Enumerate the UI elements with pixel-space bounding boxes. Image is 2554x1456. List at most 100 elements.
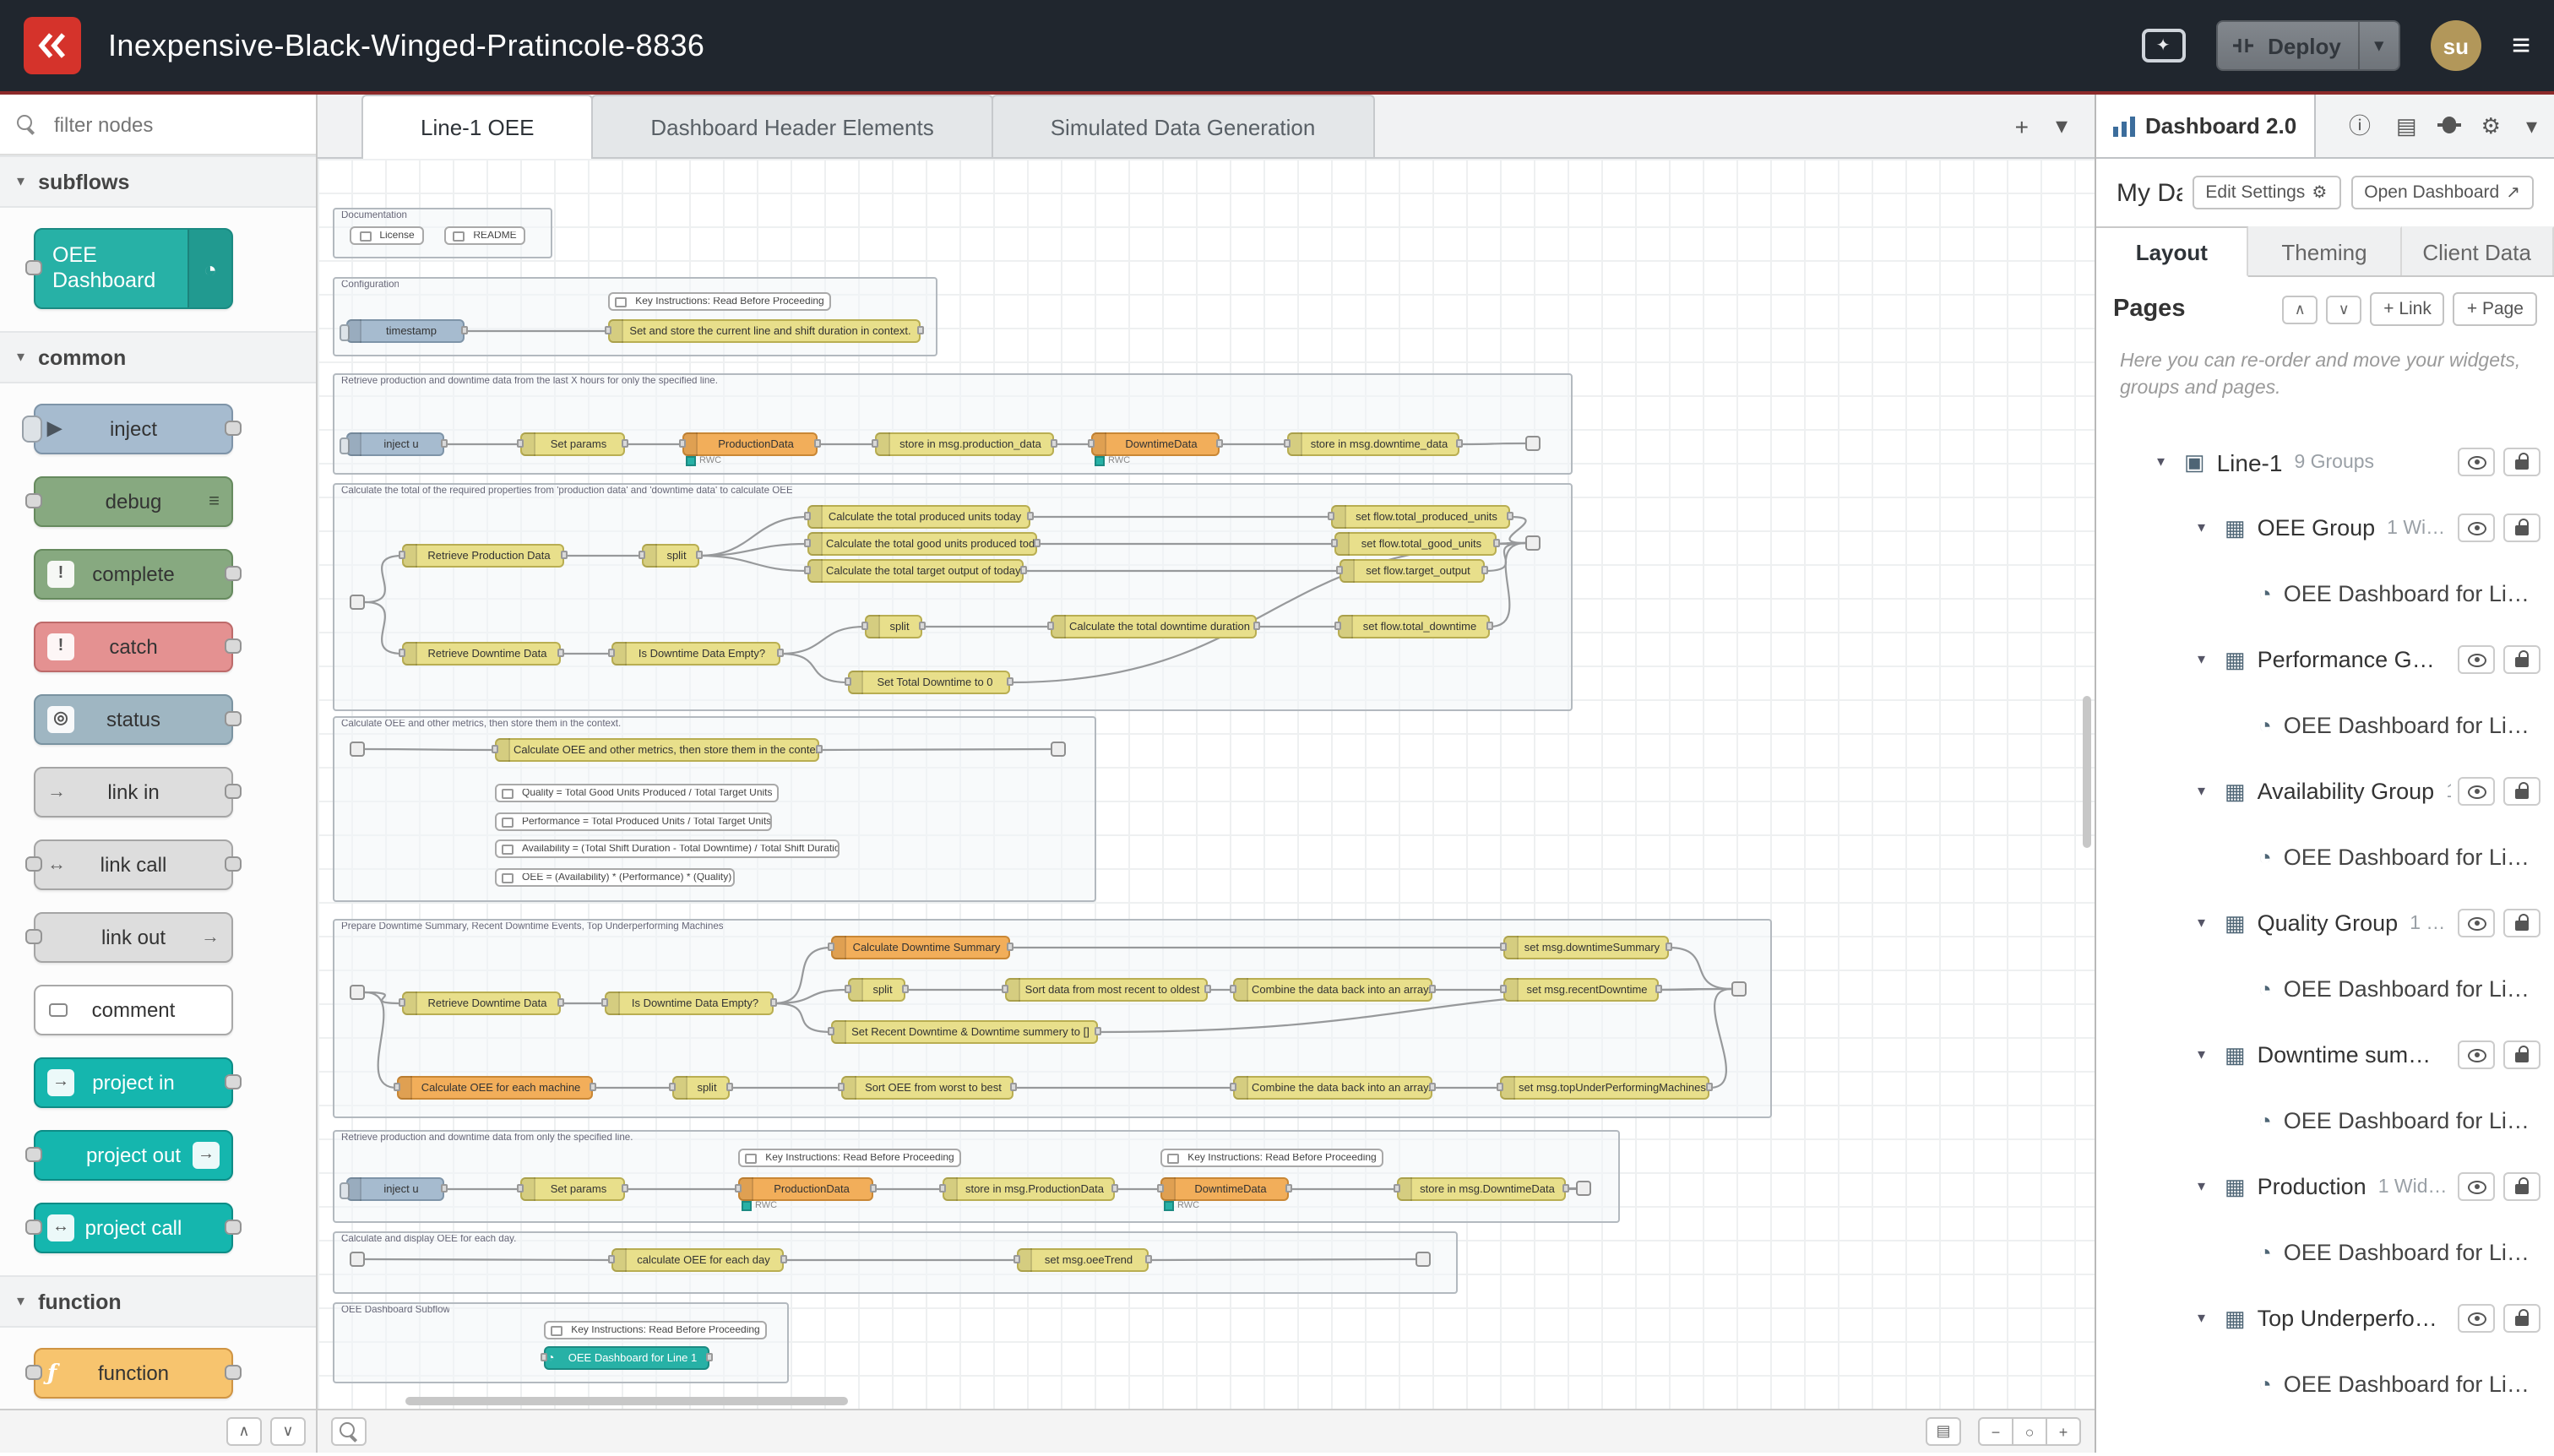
link-in-node-g4-li[interactable] (350, 595, 365, 610)
debug-icon[interactable] (2443, 115, 2456, 137)
chevron-down-icon[interactable]: ▾ (2198, 1177, 2225, 1196)
flow-node-g4-rp[interactable]: Retrieve Production Data (402, 544, 564, 568)
flow-node-g4-rd[interactable]: Retrieve Downtime Data (402, 642, 561, 666)
palette-node-function[interactable]: ƒfunction (34, 1348, 233, 1399)
tab-client-data[interactable]: Client Data (2401, 226, 2554, 275)
add-link-button[interactable]: + Link (2370, 292, 2445, 326)
palette-node-link-call[interactable]: ↔link call (34, 839, 233, 890)
comment-node-g5-c4[interactable]: OEE = (Availability) * (Performance) * (… (495, 868, 735, 887)
canvas-search-button[interactable] (331, 1417, 367, 1446)
help-icon[interactable]: ▤ (2396, 115, 2417, 137)
flow-node-g6-s2[interactable]: split (672, 1076, 730, 1100)
canvas-horizontal-scrollbar[interactable] (405, 1397, 848, 1405)
palette-node-link-out[interactable]: →link out (34, 912, 233, 963)
flow-list-button[interactable]: ▾ (2056, 111, 2068, 140)
flow-node-g4-c3[interactable]: Calculate the total target output of tod… (807, 559, 1024, 583)
flow-node-g6-tp[interactable]: set msg.topUnderPerformingMachines (1500, 1076, 1709, 1100)
visibility-toggle-button[interactable] (2458, 909, 2495, 937)
comment-node-g5-c1[interactable]: Quality = Total Good Units Produced / To… (495, 784, 779, 802)
visibility-toggle-button[interactable] (2458, 448, 2495, 476)
add-flow-button[interactable]: + (2015, 112, 2029, 139)
scroll-to-bottom-button[interactable]: ∨ (2326, 295, 2361, 323)
comment-node-g7-k2[interactable]: Key Instructions: Read Before Proceeding (1160, 1149, 1383, 1167)
lock-toggle-button[interactable] (2503, 513, 2540, 542)
palette-node-oee-dashboard[interactable]: OEE Dashboard◔ (34, 228, 233, 309)
flow-node-g7-sd[interactable]: store in msg.DowntimeData (1397, 1177, 1566, 1201)
assistant-icon[interactable]: ✦ (2141, 29, 2185, 62)
comment-node-g1-c2[interactable]: README (444, 226, 525, 245)
add-page-button[interactable]: + Page (2453, 292, 2537, 326)
link-in-node-g6-li[interactable] (350, 985, 365, 1000)
flow-node-g5-m[interactable]: Calculate OEE and other metrics, then st… (495, 738, 819, 762)
flow-canvas[interactable]: DocumentationConfigurationRetrieve produ… (318, 159, 2095, 1409)
palette-search[interactable] (0, 95, 316, 155)
flow-node-g6-rd[interactable]: Retrieve Downtime Data (402, 991, 561, 1015)
lock-toggle-button[interactable] (2503, 448, 2540, 476)
edit-settings-button[interactable]: Edit Settings ⚙ (2192, 176, 2340, 209)
flow-node-g6-cm[interactable]: Calculate OEE for each machine (397, 1076, 593, 1100)
comment-node-g7-k1[interactable]: Key Instructions: Read Before Proceeding (738, 1149, 961, 1167)
flow-node-g6-so[interactable]: Sort data from most recent to oldest (1005, 978, 1208, 1002)
chevron-down-icon[interactable]: ▾ (2198, 914, 2225, 932)
comment-node-g5-c2[interactable]: Performance = Total Produced Units / Tot… (495, 812, 772, 831)
tree-group-row[interactable]: ▾▦Availability Group1 Widgets (2096, 758, 2554, 824)
palette-node-inject[interactable]: ▶inject (34, 404, 233, 454)
visibility-toggle-button[interactable] (2458, 1304, 2495, 1333)
flow-node-g8-c[interactable]: calculate OEE for each day (611, 1248, 784, 1272)
visibility-toggle-button[interactable] (2458, 513, 2495, 542)
palette-search-input[interactable] (51, 111, 270, 138)
tab-layout[interactable]: Layout (2096, 226, 2249, 277)
visibility-toggle-button[interactable] (2458, 777, 2495, 806)
flow-node-g6-ie[interactable]: Is Downtime Data Empty? (605, 991, 774, 1015)
link-out-node-g5-lo[interactable] (1051, 742, 1066, 757)
sidebar-collapse-icon[interactable]: ▾ (2526, 115, 2537, 137)
flow-node-g9-n[interactable]: ◔OEE Dashboard for Line 1 (544, 1346, 709, 1370)
visibility-toggle-button[interactable] (2458, 645, 2495, 674)
flow-node-g6-cb2[interactable]: Combine the data back into an array. (1233, 1076, 1432, 1100)
link-out-node-g8-lo[interactable] (1416, 1252, 1431, 1267)
tree-group-row[interactable]: ▾▦Performance Group1 Widgets (2096, 627, 2554, 693)
palette-node-complete[interactable]: !complete (34, 549, 233, 600)
lock-toggle-button[interactable] (2503, 777, 2540, 806)
chevron-down-icon[interactable]: ▾ (2198, 650, 2225, 669)
palette-section-header-subflows[interactable]: ▾subflows (0, 155, 316, 208)
sidebar-tab-dashboard[interactable]: Dashboard 2.0 (2096, 95, 2315, 157)
flow-node-g4-ie[interactable]: Is Downtime Data Empty? (611, 642, 780, 666)
flow-node-g3-sp[interactable]: store in msg.production_data (875, 432, 1054, 456)
link-out-node-g3-lo[interactable] (1525, 436, 1541, 451)
canvas-vertical-scrollbar[interactable] (2083, 696, 2091, 848)
flow-node-g6-cs[interactable]: Calculate Downtime Summary (831, 936, 1010, 959)
flow-node-g7-sp[interactable]: store in msg.ProductionData (943, 1177, 1115, 1201)
flow-node-g6-cb[interactable]: Combine the data back into an array. (1233, 978, 1432, 1002)
flow-node-g6-s1[interactable]: split (848, 978, 905, 1002)
flow-node-g3-i[interactable]: inject u (346, 432, 444, 456)
tree-group-row[interactable]: ▾▦Quality Group1 Widgets (2096, 890, 2554, 956)
flow-node-g7-dd[interactable]: DowntimeDataRWC (1160, 1177, 1289, 1201)
palette-node-catch[interactable]: !catch (34, 622, 233, 672)
palette-node-debug[interactable]: ≡debug (34, 476, 233, 527)
flow-node-g3-p[interactable]: Set params (520, 432, 625, 456)
deploy-options-button[interactable]: ▾ (2358, 22, 2399, 69)
flow-node-g7-p[interactable]: Set params (520, 1177, 625, 1201)
flow-node-g3-dd[interactable]: DowntimeDataRWC (1091, 432, 1220, 456)
flow-tab-dashboard-header-elements[interactable]: Dashboard Header Elements (591, 95, 992, 157)
palette-node-link-in[interactable]: →link in (34, 767, 233, 818)
flow-node-g4-c2[interactable]: Calculate the total good units produced … (807, 532, 1037, 556)
user-avatar[interactable]: su (2431, 20, 2481, 71)
flow-node-g8-s[interactable]: set msg.oeeTrend (1017, 1248, 1149, 1272)
scroll-to-top-button[interactable]: ∧ (2282, 295, 2318, 323)
visibility-toggle-button[interactable] (2458, 1040, 2495, 1069)
flow-node-g7-pd[interactable]: ProductionDataRWC (738, 1177, 873, 1201)
palette-collapse-up-button[interactable]: ∧ (226, 1417, 262, 1446)
link-out-node-g7-lo[interactable] (1576, 1181, 1591, 1196)
tree-widget-row[interactable]: ◔OEE Dashboard for Line 1 (2096, 824, 2554, 890)
flow-node-g4-td[interactable]: set flow.total_downtime (1338, 615, 1490, 638)
flow-node-g4-s2[interactable]: split (865, 615, 922, 638)
flow-node-g4-cd[interactable]: Calculate the total downtime duration (1051, 615, 1257, 638)
flow-node-g4-t2[interactable]: set flow.total_good_units (1334, 532, 1497, 556)
visibility-toggle-button[interactable] (2458, 1172, 2495, 1201)
chevron-down-icon[interactable]: ▾ (2157, 453, 2184, 471)
palette-node-comment[interactable]: comment (34, 985, 233, 1035)
flow-node-g6-se[interactable]: Set Recent Downtime & Downtime summery t… (831, 1020, 1098, 1044)
info-icon[interactable]: ⓘ (2349, 115, 2371, 137)
